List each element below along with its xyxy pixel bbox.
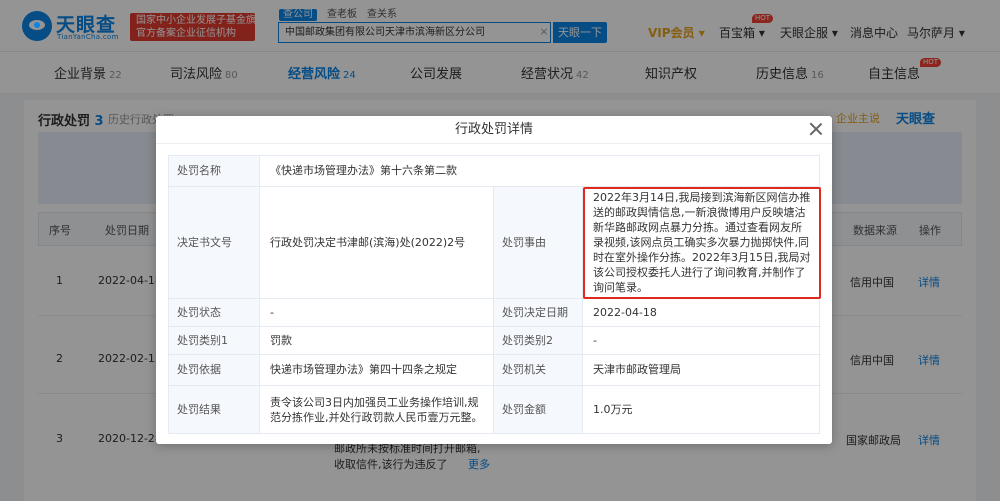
label-basis: 处罚依据 — [169, 355, 260, 386]
label-amount: 处罚金额 — [494, 386, 583, 433]
value-authority: 天津市邮政管理局 — [583, 355, 821, 386]
label-category-1: 处罚类别1 — [169, 327, 260, 355]
label-authority: 处罚机关 — [494, 355, 583, 386]
label-result: 处罚结果 — [169, 386, 260, 433]
value-decision-date: 2022-04-18 — [583, 299, 821, 327]
value-amount: 1.0万元 — [593, 402, 633, 416]
penalty-detail-dialog: 行政处罚详情 处罚名称 《快递市场管理办法》第十六条第二款 决定书文号 行政处罚… — [156, 116, 832, 444]
value-decision-no: 行政处罚决定书津邮(滨海)处(2022)2号 — [260, 187, 494, 299]
value-result: 责令该公司3日内加强员工业务操作培训,规范分拣作业,并处行政罚款人民币壹万元整。 — [260, 386, 494, 433]
detail-table: 处罚名称 《快递市场管理办法》第十六条第二款 决定书文号 行政处罚决定书津邮(滨… — [168, 155, 821, 434]
label-reason: 处罚事由 — [494, 187, 583, 299]
value-penalty-name: 《快递市场管理办法》第十六条第二款 — [260, 156, 821, 187]
reason-highlight-box — [583, 187, 821, 299]
label-decision-no: 决定书文号 — [169, 187, 260, 299]
dialog-title: 行政处罚详情 — [156, 116, 832, 144]
label-penalty-name: 处罚名称 — [169, 156, 260, 187]
value-category-2: - — [583, 327, 821, 355]
label-status: 处罚状态 — [169, 299, 260, 327]
value-status: - — [260, 299, 494, 327]
app-root: 天眼查 TianYanCha.com 国家中小企业发展子基金旗下 官方备案企业征… — [0, 0, 1000, 501]
label-category-2: 处罚类别2 — [494, 327, 583, 355]
close-icon[interactable] — [808, 121, 824, 137]
value-basis: 快递市场管理办法》第四十四条之规定 — [260, 355, 494, 386]
label-decision-date: 处罚决定日期 — [494, 299, 583, 327]
value-category-1: 罚款 — [260, 327, 494, 355]
